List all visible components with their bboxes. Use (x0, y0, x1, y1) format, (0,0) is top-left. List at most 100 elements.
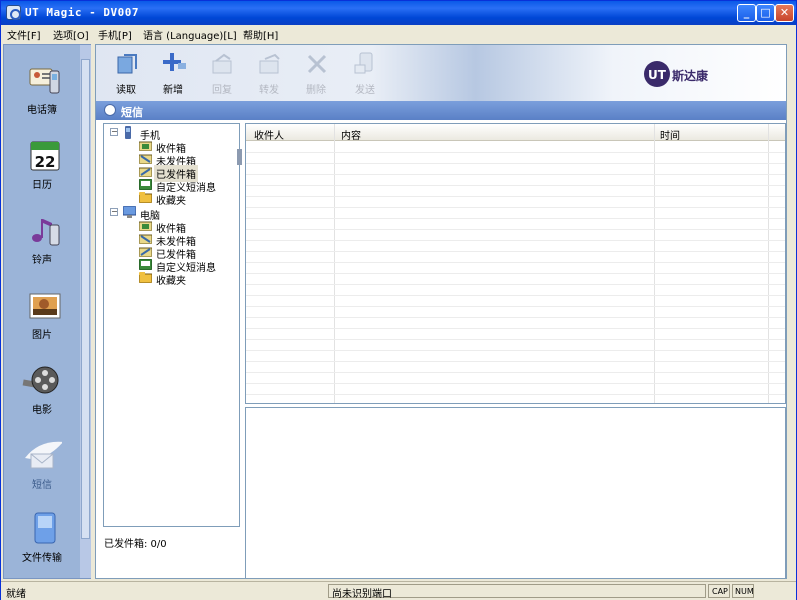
reply-label: 回复 (212, 85, 232, 96)
status-num: NUM (735, 587, 754, 596)
main-panel: 读取 新增 回复 转发 删除 发送 UT 斯达康 短信 − 手机 收件箱 未发件… (95, 44, 787, 579)
row-divider (246, 394, 785, 395)
tree-splitter-handle[interactable] (237, 149, 242, 165)
folder-tree: − 手机 收件箱 未发件箱 已发件箱 自定义短消息 收藏夹 − 电脑 收件箱 未… (103, 123, 242, 527)
read-label: 读取 (116, 85, 136, 96)
sidebar-item-label: 电话簿 (27, 105, 57, 116)
tree-item-computer-favorites[interactable]: 收藏夹 (156, 272, 186, 287)
sent-icon (139, 167, 152, 177)
brand-logo: UT 斯达康 (642, 59, 722, 89)
sent-icon (139, 247, 152, 257)
message-preview[interactable] (245, 407, 786, 579)
row-divider (246, 229, 785, 230)
message-list[interactable]: 收件人 内容 时间 (245, 123, 786, 404)
row-divider (246, 295, 785, 296)
row-divider (246, 273, 785, 274)
sidebar-item-phonebook[interactable]: 电话簿 (4, 59, 80, 129)
sidebar-item-movie[interactable]: 电影 (4, 359, 80, 429)
row-divider (246, 174, 785, 175)
unsent-icon (139, 234, 152, 244)
row-divider (246, 163, 785, 164)
sidebar-item-file-transfer[interactable]: 文件传输 (4, 507, 80, 577)
sidebar-item-label: 文件传输 (22, 553, 62, 564)
add-button[interactable]: 新增 (153, 51, 193, 99)
row-divider (246, 284, 785, 285)
delete-label: 删除 (306, 85, 326, 96)
status-port: 尚未识别端口 (332, 589, 392, 600)
sidebar-item-label: 图片 (32, 330, 52, 341)
app-icon[interactable] (6, 5, 21, 20)
row-divider (246, 306, 785, 307)
row-divider (246, 317, 785, 318)
ringtone-icon (32, 219, 60, 246)
phone-icon (125, 126, 131, 139)
sidebar-item-label: 日历 (32, 180, 52, 191)
row-divider (246, 218, 785, 219)
row-divider (246, 196, 785, 197)
minimize-button[interactable]: _ (737, 4, 756, 22)
read-icon (117, 54, 137, 74)
file-transfer-icon (34, 512, 56, 544)
sidebar-item-label: 电影 (32, 405, 52, 416)
collapse-toggle[interactable]: − (110, 128, 118, 136)
send-label: 发送 (355, 85, 375, 96)
favorites-icon (139, 272, 152, 283)
sidebar-item-sms[interactable]: 短信 (4, 434, 80, 504)
reply-icon (212, 53, 232, 74)
window-title: UT Magic - DV007 (25, 6, 139, 19)
row-divider (246, 361, 785, 362)
row-divider (246, 350, 785, 351)
sidebar-scrollbar[interactable] (80, 45, 91, 578)
row-divider (246, 383, 785, 384)
sidebar-item-ringtone[interactable]: 铃声 (4, 209, 80, 279)
close-button[interactable]: ✕ (775, 4, 794, 22)
picture-icon (29, 293, 61, 319)
collapse-toggle[interactable]: − (110, 208, 118, 216)
column-divider (334, 124, 335, 403)
row-divider (246, 207, 785, 208)
section-header: 短信 (96, 101, 786, 120)
svg-text:UT: UT (648, 68, 667, 82)
menu-options[interactable]: 选项[O] (53, 27, 89, 42)
menu-language[interactable]: 语言 (Language)[L] (143, 27, 237, 42)
delete-button[interactable]: 删除 (296, 51, 336, 99)
forward-icon (259, 53, 280, 74)
row-divider (246, 152, 785, 153)
forward-button[interactable]: 转发 (249, 51, 289, 99)
svg-text:22: 22 (35, 153, 56, 171)
maximize-button[interactable]: □ (756, 4, 775, 22)
list-header: 收件人 内容 时间 (246, 124, 785, 142)
row-divider (246, 339, 785, 340)
status-ready: 就绪 (6, 589, 26, 600)
movie-icon (22, 366, 59, 394)
column-header-recipient[interactable]: 收件人 (254, 127, 284, 142)
scrollbar-thumb[interactable] (81, 59, 90, 539)
menu-help[interactable]: 帮助[H] (243, 27, 278, 42)
column-header-time[interactable]: 时间 (660, 127, 680, 142)
inbox-icon (139, 141, 152, 151)
brand-name: 斯达康 (672, 69, 709, 83)
send-button[interactable]: 发送 (345, 51, 385, 99)
sidebar-item-label: 铃声 (32, 255, 52, 266)
row-divider (246, 328, 785, 329)
computer-icon (123, 206, 136, 218)
forward-label: 转发 (259, 85, 279, 96)
sidebar-item-calendar[interactable]: 22 日历 (4, 134, 80, 204)
sidebar-item-picture[interactable]: 图片 (4, 284, 80, 354)
tree-item-phone-favorites[interactable]: 收藏夹 (156, 192, 186, 207)
section-icon (104, 104, 116, 116)
column-header-content[interactable]: 内容 (341, 127, 361, 142)
send-icon (354, 52, 373, 74)
sms-icon (25, 441, 62, 469)
add-label: 新增 (163, 85, 183, 96)
menu-phone[interactable]: 手机[P] (98, 27, 132, 42)
reply-button[interactable]: 回复 (202, 51, 242, 99)
read-button[interactable]: 读取 (106, 51, 146, 99)
inbox-icon (139, 221, 152, 231)
delete-icon (307, 54, 327, 74)
status-caps: CAP (712, 587, 728, 596)
menu-file[interactable]: 文件[F] (7, 27, 41, 42)
title-bar[interactable]: UT Magic - DV007 _ □ ✕ (1, 1, 796, 25)
sidebar-item-label: 短信 (32, 480, 52, 491)
favorites-icon (139, 192, 152, 203)
